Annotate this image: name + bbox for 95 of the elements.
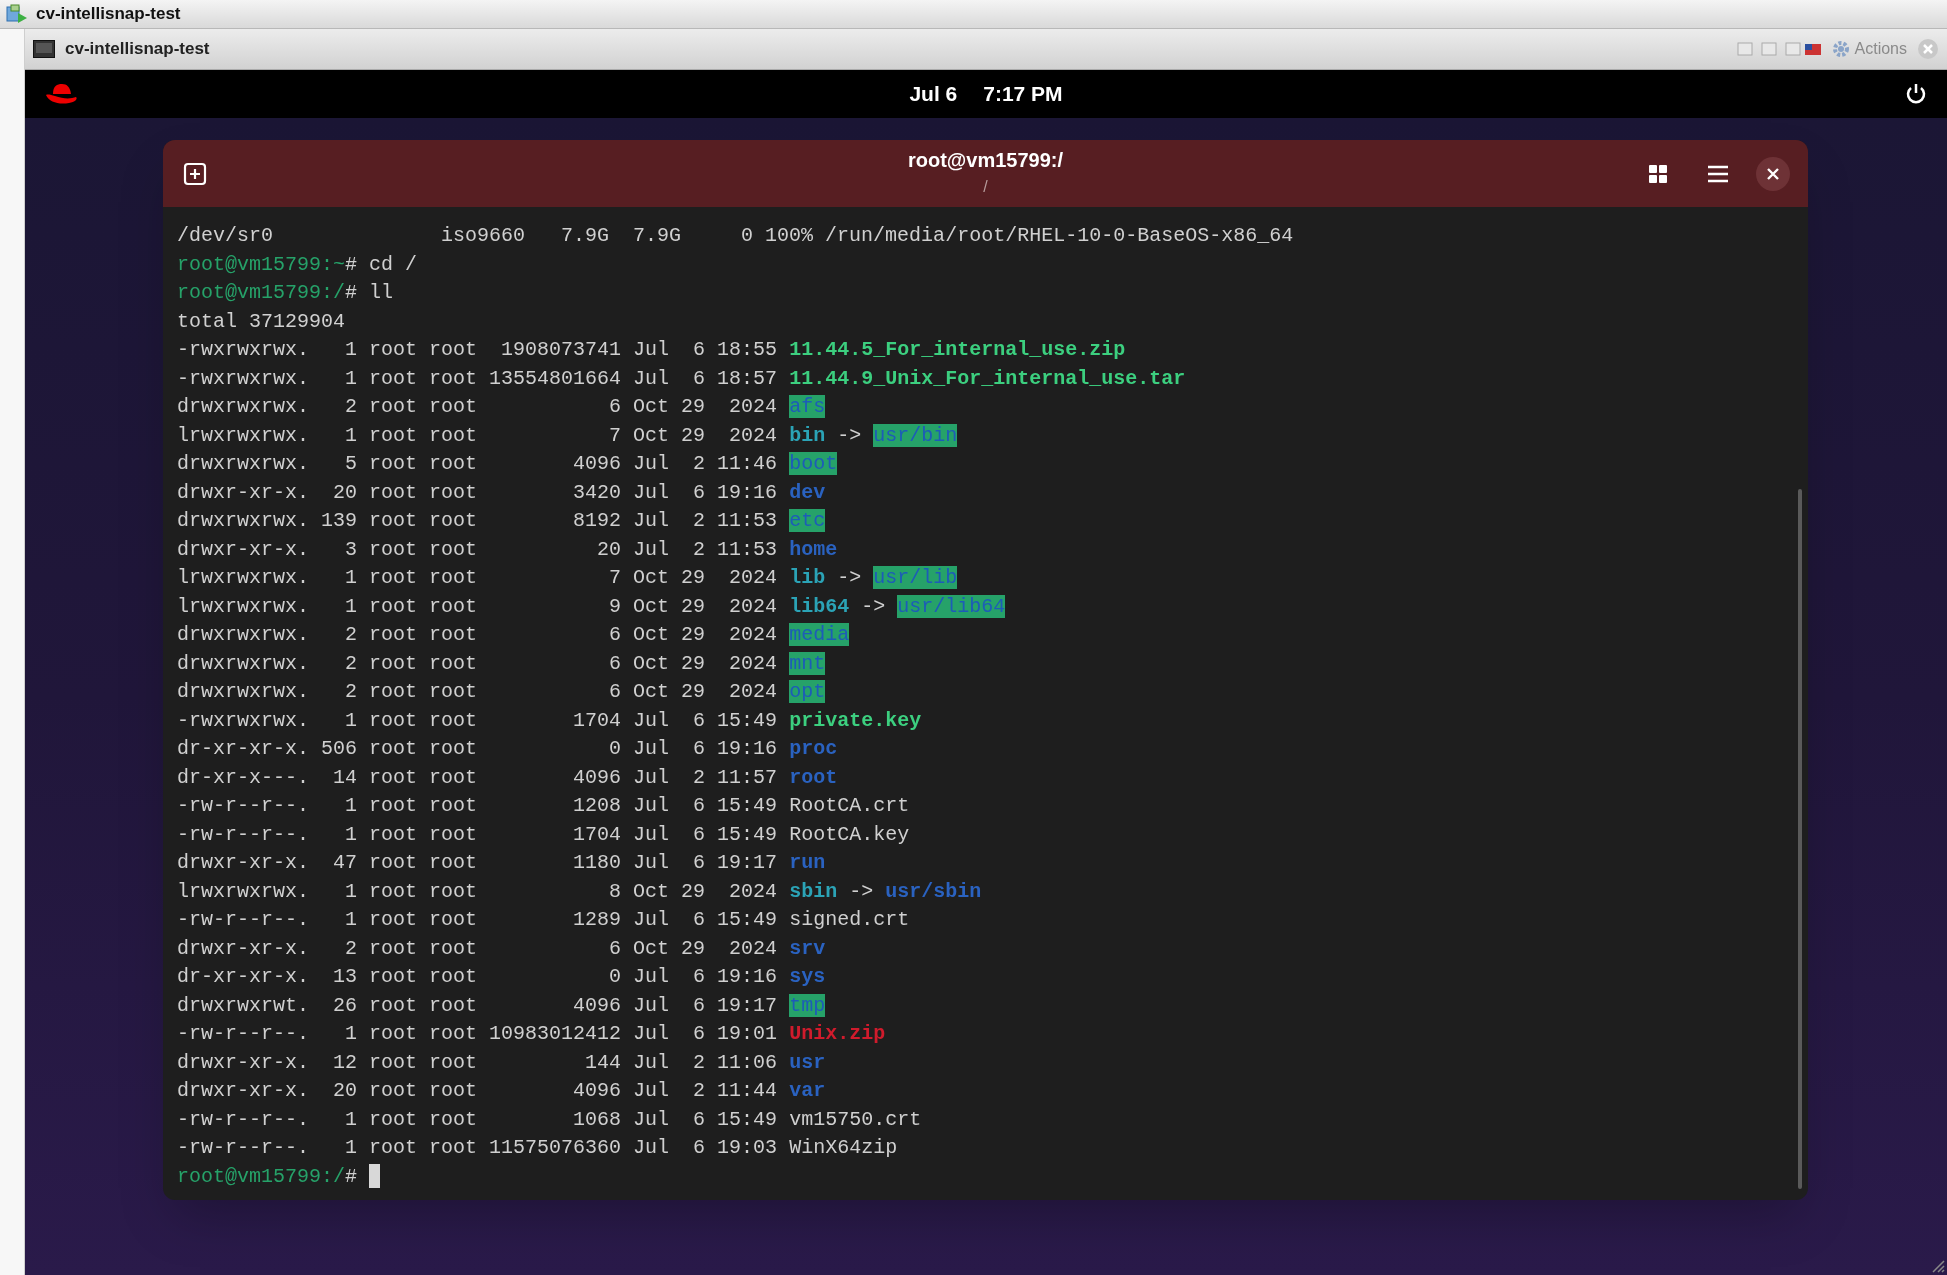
prompt-symbol: # bbox=[345, 1164, 358, 1188]
file-details: -rwxrwxrwx. 1 root root 1704 Jul 6 15:49 bbox=[177, 708, 778, 732]
terminal-title: root@vm15799:/ bbox=[907, 148, 1064, 172]
file-details: drwxr-xr-x. 3 root root 20 Jul 2 11:53 bbox=[177, 537, 778, 561]
link-arrow: -> bbox=[849, 879, 874, 903]
file-details: -rw-r--r--. 1 root root 11575076360 Jul 6 19:03 bbox=[177, 1136, 778, 1159]
scrollbar[interactable] bbox=[1798, 489, 1802, 1189]
hat-icon bbox=[45, 82, 79, 106]
folder-name: mnt bbox=[789, 651, 826, 675]
prompt: root@vm15799:/ bbox=[177, 281, 346, 304]
actions-button[interactable]: Actions bbox=[1830, 37, 1907, 61]
folder-name: boot bbox=[789, 452, 838, 475]
file-name: RootCA.crt bbox=[789, 794, 910, 817]
file-details: dr-xr-xr-x. 506 root root 0 Jul 6 19:16 bbox=[177, 737, 778, 760]
file-name: private.key bbox=[789, 708, 922, 732]
link-name: lib64 bbox=[789, 594, 850, 618]
file-details: lrwxrwxrwx. 1 root root 7 Oct 29 2024 bbox=[177, 566, 778, 589]
terminal-subtitle: / bbox=[983, 177, 988, 197]
file-details: -rw-r--r--. 1 root root 1068 Jul 6 15:49 bbox=[177, 1107, 778, 1131]
folder-name: opt bbox=[789, 680, 826, 703]
command-text: ll bbox=[369, 281, 394, 304]
prompt: root@vm15799:/ bbox=[177, 1164, 346, 1188]
folder-name: afs bbox=[789, 395, 826, 418]
prompt-symbol: # bbox=[345, 252, 358, 276]
link-arrow: -> bbox=[837, 566, 862, 589]
folder-name: var bbox=[789, 1079, 826, 1102]
folder-name: usr bbox=[789, 1050, 826, 1074]
file-details: drwxrwxrwx. 2 root root 6 Oct 29 2024 bbox=[177, 395, 778, 418]
prompt: root@vm15799:~ bbox=[177, 252, 346, 276]
file-name: 11.44.9_Unix_For_internal_use.tar bbox=[789, 366, 1186, 390]
file-details: drwxr-xr-x. 2 root root 6 Oct 29 2024 bbox=[177, 936, 778, 960]
folder-name: sys bbox=[789, 965, 826, 988]
file-details: drwxrwxrwx. 5 root root 4096 Jul 2 11:46 bbox=[177, 452, 778, 475]
file-name: WinX64zip bbox=[789, 1136, 898, 1159]
file-name: signed.crt bbox=[789, 908, 910, 931]
app-icon bbox=[6, 4, 28, 24]
link-name: lib bbox=[789, 566, 826, 589]
output-line: total 37129904 bbox=[177, 309, 346, 333]
file-details: drwxrwxrwx. 139 root root 8192 Jul 2 11:53 bbox=[177, 509, 778, 532]
date-label: Jul 6 bbox=[909, 81, 958, 108]
file-details: lrwxrwxrwx. 1 root root 9 Oct 29 2024 bbox=[177, 594, 778, 618]
folder-name: proc bbox=[789, 737, 838, 760]
link-target: usr/sbin bbox=[885, 879, 982, 903]
power-icon[interactable] bbox=[1905, 83, 1927, 105]
file-details: drwxr-xr-x. 12 root root 144 Jul 2 11:06 bbox=[177, 1050, 778, 1074]
gear-icon bbox=[1830, 39, 1851, 59]
file-name: Unix.zip bbox=[789, 1022, 886, 1045]
clock-label: 7:17 PM bbox=[983, 81, 1063, 108]
file-details: dr-xr-x---. 14 root root 4096 Jul 2 11:57 bbox=[177, 765, 778, 789]
folder-name: run bbox=[789, 851, 826, 874]
file-name: 11.44.5_For_internal_use.zip bbox=[789, 338, 1126, 361]
file-details: lrwxrwxrwx. 1 root root 7 Oct 29 2024 bbox=[177, 423, 778, 447]
file-details: drwxrwxrwt. 26 root root 4096 Jul 6 19:17 bbox=[177, 993, 778, 1017]
file-details: -rwxrwxrwx. 1 root root 1908073741 Jul 6 18:55 bbox=[177, 338, 778, 361]
file-details: drwxrwxrwx. 2 root root 6 Oct 29 2024 bbox=[177, 623, 778, 646]
file-details: -rwxrwxrwx. 1 root root 13554801664 Jul 6 18:57 bbox=[177, 366, 778, 390]
file-details: drwxr-xr-x. 20 root root 4096 Jul 2 11:44 bbox=[177, 1079, 778, 1102]
file-details: drwxrwxrwx. 2 root root 6 Oct 29 2024 bbox=[177, 680, 778, 703]
console-icon bbox=[33, 40, 55, 58]
file-name: RootCA.key bbox=[789, 822, 910, 846]
folder-name: media bbox=[789, 623, 850, 646]
folder-name: dev bbox=[789, 480, 826, 504]
file-name: vm15750.crt bbox=[789, 1107, 922, 1131]
close-icon bbox=[1767, 167, 1779, 180]
link-target: usr/bin bbox=[873, 423, 958, 447]
file-details: -rw-r--r--. 1 root root 1704 Jul 6 15:49 bbox=[177, 822, 778, 846]
new-tab-icon bbox=[183, 161, 207, 186]
output-line: /dev/sr0 iso9660 7.9G 7.9G 0 100% /run/media/root/RHEL-10-0-BaseOS-x86_64 bbox=[177, 224, 1294, 247]
link-arrow: -> bbox=[837, 423, 862, 447]
link-name: bin bbox=[789, 423, 826, 447]
prompt-symbol: # bbox=[345, 281, 358, 304]
file-details: -rw-r--r--. 1 root root 1289 Jul 6 15:49 bbox=[177, 908, 778, 931]
file-details: -rw-r--r--. 1 root root 10983012412 Jul 6 19:01 bbox=[177, 1022, 778, 1045]
link-target: usr/lib bbox=[873, 566, 958, 589]
link-name: sbin bbox=[789, 879, 838, 903]
link-arrow: -> bbox=[861, 594, 886, 618]
console-title: cv-intellisnap-test bbox=[65, 38, 210, 61]
window-controls-icon[interactable] bbox=[1736, 41, 1821, 57]
file-details: drwxrwxrwx. 2 root root 6 Oct 29 2024 bbox=[177, 651, 778, 675]
grid-icon bbox=[1648, 163, 1668, 184]
command-text: cd / bbox=[369, 252, 418, 276]
folder-name: home bbox=[789, 537, 838, 561]
close-button[interactable] bbox=[1756, 156, 1790, 191]
file-details: drwxr-xr-x. 20 root root 3420 Jul 6 19:16 bbox=[177, 480, 778, 504]
folder-name: srv bbox=[789, 936, 826, 960]
file-details: drwxr-xr-x. 47 root root 1180 Jul 6 19:17 bbox=[177, 851, 778, 874]
folder-name: tmp bbox=[789, 993, 826, 1017]
file-details: dr-xr-xr-x. 13 root root 0 Jul 6 19:16 bbox=[177, 965, 778, 988]
window-title: cv-intellisnap-test bbox=[36, 3, 181, 26]
link-target: usr/lib64 bbox=[897, 594, 1006, 618]
folder-name: root bbox=[789, 765, 838, 789]
file-details: lrwxrwxrwx. 1 root root 8 Oct 29 2024 bbox=[177, 879, 778, 903]
folder-name: etc bbox=[789, 509, 826, 532]
file-details: -rw-r--r--. 1 root root 1208 Jul 6 15:49 bbox=[177, 794, 778, 817]
menu-icon bbox=[1707, 164, 1729, 183]
